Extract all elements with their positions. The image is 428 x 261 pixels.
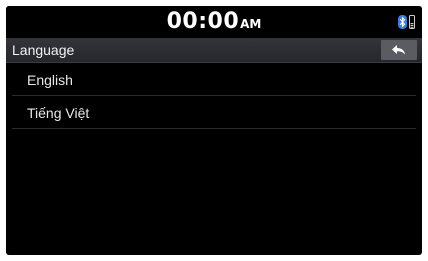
clock-time: 00:00 (166, 9, 240, 34)
head-unit-screen: 00:00AM Language English Tiếng Việt (6, 6, 422, 255)
phone-signal-icon (409, 15, 415, 29)
bluetooth-icon (398, 15, 407, 29)
language-option-vietnamese[interactable]: Tiếng Việt (12, 96, 416, 129)
clock-ampm: AM (240, 17, 262, 31)
status-bar: 00:00AM (6, 6, 422, 38)
back-arrow-icon (392, 45, 405, 55)
header-bar: Language (6, 38, 422, 63)
language-list: English Tiếng Việt (6, 63, 422, 129)
back-button[interactable] (381, 40, 417, 60)
list-item-label: Tiếng Việt (27, 105, 90, 121)
list-item-label: English (27, 72, 73, 88)
page-title: Language (12, 42, 75, 58)
clock[interactable]: 00:00AM (6, 9, 422, 34)
language-option-english[interactable]: English (12, 63, 416, 96)
